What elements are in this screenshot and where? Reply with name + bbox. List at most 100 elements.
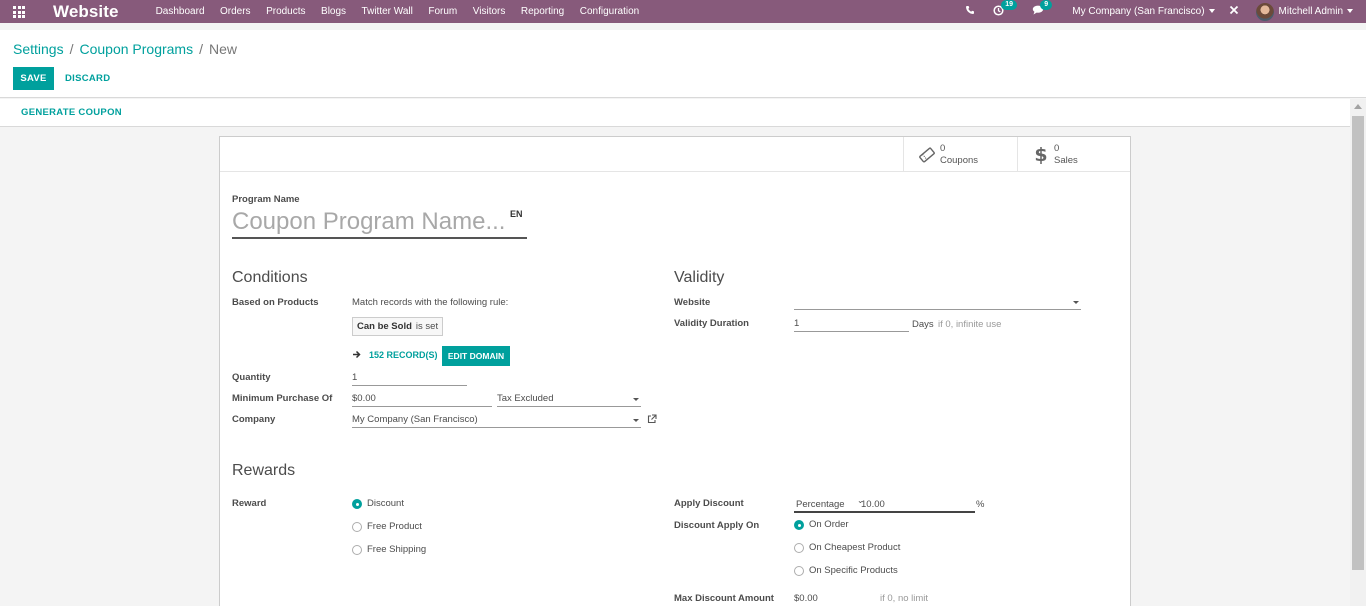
chevron-down-icon xyxy=(1073,301,1079,304)
reward-free-shipping-label[interactable]: Free Shipping xyxy=(367,544,426,555)
chevron-down-icon xyxy=(633,419,639,422)
apply-discount-group[interactable]: Percentage ⌄ 10.00 xyxy=(794,496,975,513)
reward-free-shipping-radio[interactable] xyxy=(352,545,362,555)
reward-discount-label[interactable]: Discount xyxy=(367,498,404,509)
top-navbar: Website Dashboard Orders Products Blogs … xyxy=(0,0,1366,23)
quantity-input[interactable]: 1 xyxy=(352,371,467,386)
company-switcher[interactable]: My Company (San Francisco) xyxy=(1072,6,1215,17)
menu-item-forum[interactable]: Forum xyxy=(428,6,457,17)
menu-item-reporting[interactable]: Reporting xyxy=(521,6,564,17)
discount-percentage-input[interactable]: 10.00 xyxy=(861,498,885,512)
reward-free-product-label[interactable]: Free Product xyxy=(367,521,422,532)
company-value: My Company (San Francisco) xyxy=(352,414,478,425)
company-name: My Company (San Francisco) xyxy=(1072,6,1205,17)
apply-on-specific-label[interactable]: On Specific Products xyxy=(809,565,898,576)
messages-icon[interactable]: 9 xyxy=(1032,0,1053,18)
breadcrumb-separator: / xyxy=(199,41,203,57)
menu-item-blogs[interactable]: Blogs xyxy=(321,6,346,17)
reward-discount-radio[interactable] xyxy=(352,499,362,509)
rewards-section-title: Rewards xyxy=(232,462,296,479)
website-label: Website xyxy=(674,297,711,308)
minimum-purchase-input[interactable]: $0.00 xyxy=(352,392,492,407)
coupons-label: Coupons xyxy=(940,154,979,166)
generate-coupon-button[interactable]: GENERATE COUPON xyxy=(21,107,122,118)
button-box: 0 Coupons $ 0 Sales xyxy=(220,137,1130,172)
discount-apply-on-label: Discount Apply On xyxy=(674,520,760,531)
scroll-up-arrow-icon[interactable] xyxy=(1354,104,1362,109)
max-discount-hint: if 0, no limit xyxy=(880,593,929,604)
apply-discount-label: Apply Discount xyxy=(674,498,744,509)
navbar-systray: 19 9 My Company (San Francisco) Mitchell… xyxy=(965,0,1366,23)
apply-on-specific-radio[interactable] xyxy=(794,566,804,576)
discount-type-select[interactable]: Percentage xyxy=(796,498,845,512)
user-menu[interactable]: Mitchell Admin xyxy=(1279,6,1353,17)
tax-mode-value: Tax Excluded xyxy=(497,393,554,404)
domain-records-link[interactable]: 152 RECORD(S) xyxy=(369,350,438,360)
form-sheet: 0 Coupons $ 0 Sales Program Name Coupon … xyxy=(219,136,1131,606)
apply-on-cheapest-label[interactable]: On Cheapest Product xyxy=(809,542,900,553)
apps-menu-icon[interactable] xyxy=(13,6,27,18)
scrollbar-thumb[interactable] xyxy=(1352,116,1364,570)
ticket-icon xyxy=(916,147,938,163)
translate-language-button[interactable]: EN xyxy=(510,209,523,219)
reward-free-product-radio[interactable] xyxy=(352,522,362,532)
company-select[interactable]: My Company (San Francisco) xyxy=(352,413,641,428)
sales-label: Sales xyxy=(1054,154,1078,166)
sales-stat-button[interactable]: $ 0 Sales xyxy=(1017,137,1130,172)
minimum-purchase-label: Minimum Purchase Of xyxy=(232,393,333,404)
apply-on-cheapest-radio[interactable] xyxy=(794,543,804,553)
tax-mode-select[interactable]: Tax Excluded xyxy=(497,392,641,407)
sales-count: 0 xyxy=(1054,142,1060,154)
user-name: Mitchell Admin xyxy=(1278,6,1343,17)
debug-tools-icon[interactable] xyxy=(1229,5,1239,18)
validity-duration-input[interactable]: 1 xyxy=(794,317,909,332)
validity-duration-unit: Days xyxy=(912,319,934,330)
chevron-down-icon xyxy=(1208,9,1215,14)
main-menu: Dashboard Orders Products Blogs Twitter … xyxy=(156,6,655,17)
coupons-stat-button[interactable]: 0 Coupons xyxy=(903,137,1017,172)
activity-count-badge: 19 xyxy=(1001,0,1018,10)
max-discount-label: Max Discount Amount xyxy=(674,593,774,604)
save-button[interactable]: SAVE xyxy=(13,67,54,90)
validity-duration-hint: if 0, infinite use xyxy=(938,319,1002,330)
domain-rule-tag[interactable]: Can be Sold is set xyxy=(352,317,444,336)
discard-button[interactable]: DISCARD xyxy=(65,67,110,90)
edit-domain-button[interactable]: EDIT DOMAIN xyxy=(442,346,510,366)
menu-item-configuration[interactable]: Configuration xyxy=(580,6,639,17)
dollar-icon: $ xyxy=(1034,143,1048,166)
apply-on-order-radio[interactable] xyxy=(794,520,804,530)
breadcrumb-settings[interactable]: Settings xyxy=(13,41,64,57)
apply-on-order-label[interactable]: On Order xyxy=(809,519,849,530)
validity-duration-label: Validity Duration xyxy=(674,318,749,329)
coupons-count: 0 xyxy=(940,142,946,154)
percent-unit: % xyxy=(976,499,985,510)
user-avatar[interactable] xyxy=(1255,2,1274,21)
program-name-label: Program Name xyxy=(232,194,300,205)
breadcrumb-coupon-programs[interactable]: Coupon Programs xyxy=(79,41,193,57)
company-label: Company xyxy=(232,414,276,425)
activity-clock-icon[interactable]: 19 xyxy=(993,0,1018,19)
menu-item-orders[interactable]: Orders xyxy=(220,6,251,17)
chevron-down-icon xyxy=(1347,9,1353,14)
quantity-label: Quantity xyxy=(232,372,271,383)
breadcrumb-current: New xyxy=(209,41,238,57)
reward-label: Reward xyxy=(232,498,267,509)
max-discount-input[interactable]: $0.00 xyxy=(794,592,879,606)
chevron-down-icon xyxy=(633,398,639,401)
menu-item-products[interactable]: Products xyxy=(266,6,305,17)
external-link-icon[interactable] xyxy=(647,414,657,427)
messages-count-badge: 9 xyxy=(1040,0,1053,10)
conditions-section-title: Conditions xyxy=(232,269,308,286)
menu-item-twitter-wall[interactable]: Twitter Wall xyxy=(362,6,413,17)
based-on-products-label: Based on Products xyxy=(232,297,319,308)
website-select[interactable] xyxy=(794,295,1081,310)
phone-icon[interactable] xyxy=(965,5,975,18)
menu-item-dashboard[interactable]: Dashboard xyxy=(156,6,205,17)
domain-rule-operator: is set xyxy=(415,321,439,332)
menu-item-visitors[interactable]: Visitors xyxy=(473,6,506,17)
app-brand[interactable]: Website xyxy=(53,2,119,22)
vertical-scrollbar[interactable] xyxy=(1350,99,1366,606)
control-panel: Settings / Coupon Programs / New SAVE DISCAR… xyxy=(0,30,1366,98)
arrow-right-icon xyxy=(352,350,361,362)
program-name-input[interactable]: Coupon Program Name... xyxy=(232,208,527,239)
